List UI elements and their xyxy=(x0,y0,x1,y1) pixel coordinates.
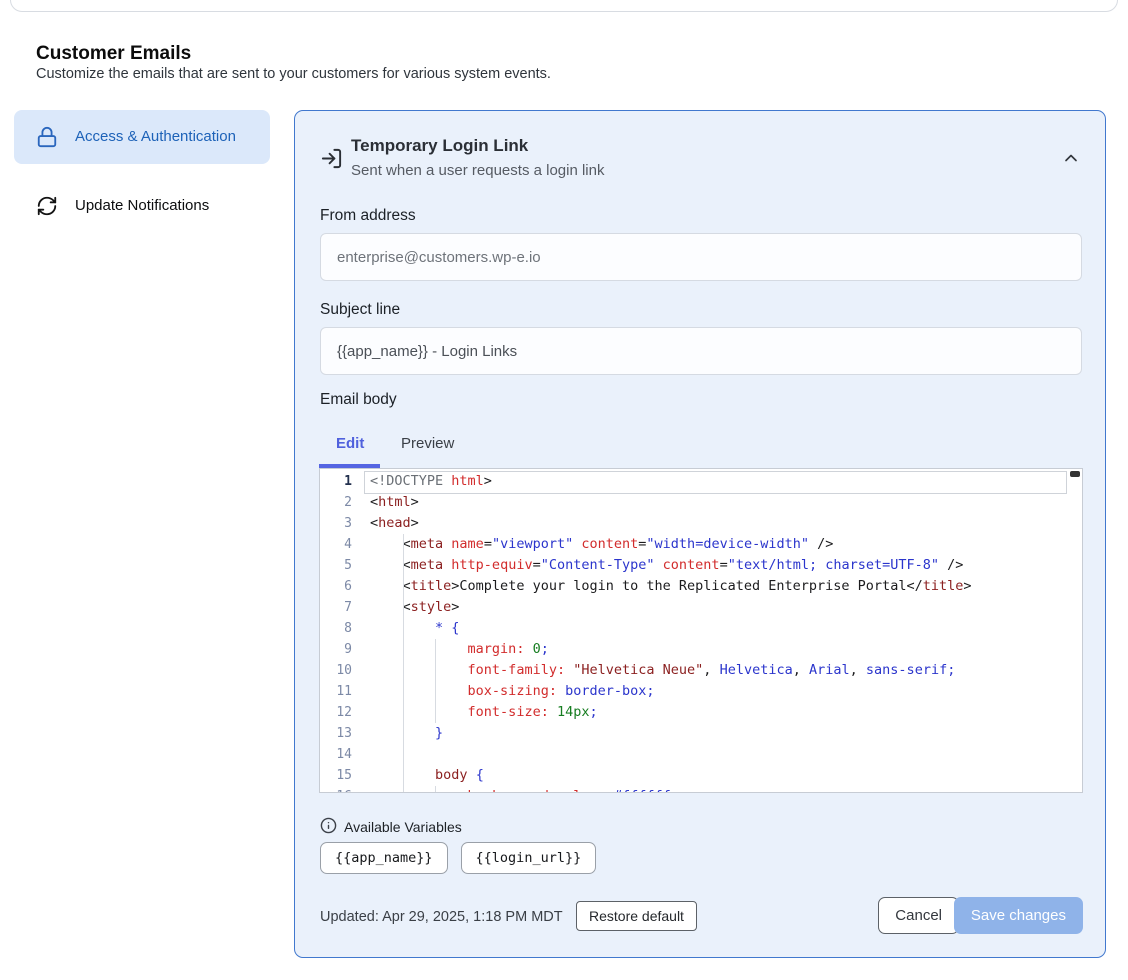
code-rows: 1<!DOCTYPE html>2<html>3<head>4 <meta na… xyxy=(320,469,1082,793)
refresh-icon xyxy=(36,195,58,217)
code-editor[interactable]: 1<!DOCTYPE html>2<html>3<head>4 <meta na… xyxy=(319,468,1083,793)
subject-line-input[interactable] xyxy=(320,327,1082,375)
sidebar-item-label: Update Notifications xyxy=(75,194,209,218)
code-line[interactable]: 6 <title>Complete your login to the Repl… xyxy=(320,576,1082,597)
tab-edit[interactable]: Edit xyxy=(336,435,364,452)
info-icon[interactable] xyxy=(320,817,337,839)
sidebar-item-update-notifications[interactable]: Update Notifications xyxy=(14,179,270,233)
code-line[interactable]: 2 <html> xyxy=(320,492,1082,513)
chevron-up-icon xyxy=(1061,156,1081,171)
line-number: 8 xyxy=(320,618,352,639)
line-number: 7 xyxy=(320,597,352,618)
page-title: Customer Emails xyxy=(36,43,191,65)
save-changes-button[interactable]: Save changes xyxy=(954,897,1083,934)
code-text: <style> xyxy=(370,597,459,618)
email-categories-sidebar: Access & Authentication Update Notificat… xyxy=(14,110,270,233)
subject-line-label: Subject line xyxy=(320,301,400,319)
code-line[interactable]: 3 <head> xyxy=(320,513,1082,534)
code-line[interactable]: 15 body { xyxy=(320,765,1082,786)
previous-card-bottom-edge xyxy=(10,0,1118,12)
code-line[interactable]: 8 * { xyxy=(320,618,1082,639)
code-text: <!DOCTYPE html> xyxy=(370,471,492,492)
line-number: 13 xyxy=(320,723,352,744)
tab-preview[interactable]: Preview xyxy=(401,435,454,452)
code-text: box-sizing: border-box; xyxy=(370,681,655,702)
code-line[interactable]: 1 <!DOCTYPE html> xyxy=(320,471,1082,492)
code-text: font-family: "Helvetica Neue", Helvetica… xyxy=(370,660,955,681)
from-address-label: From address xyxy=(320,207,416,225)
active-tab-underline xyxy=(319,464,380,468)
code-text: } xyxy=(370,723,443,744)
line-number: 16 xyxy=(320,786,352,793)
collapse-card-button[interactable] xyxy=(1057,145,1085,173)
line-number: 15 xyxy=(320,765,352,786)
line-number: 6 xyxy=(320,576,352,597)
code-text: <title>Complete your login to the Replic… xyxy=(370,576,972,597)
line-number: 12 xyxy=(320,702,352,723)
email-body-label: Email body xyxy=(320,391,397,409)
code-text: <html> xyxy=(370,492,419,513)
code-line[interactable]: 7 <style> xyxy=(320,597,1082,618)
updated-timestamp: Updated: Apr 29, 2025, 1:18 PM MDT xyxy=(320,909,563,925)
variable-chip[interactable]: {{app_name}} xyxy=(320,842,448,874)
line-number: 3 xyxy=(320,513,352,534)
code-line[interactable]: 13 } xyxy=(320,723,1082,744)
card-title: Temporary Login Link xyxy=(351,136,528,156)
editor-scrollbar-thumb[interactable] xyxy=(1070,471,1080,477)
log-in-icon xyxy=(320,147,343,175)
variable-chips: {{app_name}} {{login_url}} xyxy=(320,842,596,874)
code-text: <meta http-equiv="Content-Type" content=… xyxy=(370,555,963,576)
code-line[interactable]: 11 box-sizing: border-box; xyxy=(320,681,1082,702)
code-text: <head> xyxy=(370,513,419,534)
line-number: 1 xyxy=(320,471,352,492)
from-address-input[interactable] xyxy=(320,233,1082,281)
line-number: 14 xyxy=(320,744,352,765)
code-line[interactable]: 5 <meta http-equiv="Content-Type" conten… xyxy=(320,555,1082,576)
line-number: 4 xyxy=(320,534,352,555)
restore-default-button[interactable]: Restore default xyxy=(576,901,697,931)
sidebar-item-label: Access & Authentication xyxy=(75,125,236,149)
code-line[interactable]: 16 background-color: #ffffff; xyxy=(320,786,1082,793)
code-line[interactable]: 9 margin: 0; xyxy=(320,639,1082,660)
code-text: background-color: #ffffff; xyxy=(370,786,679,793)
lock-icon xyxy=(36,126,58,148)
card-subtitle: Sent when a user requests a login link xyxy=(351,162,604,179)
sidebar-item-access-authentication[interactable]: Access & Authentication xyxy=(14,110,270,164)
line-number: 10 xyxy=(320,660,352,681)
code-text: * { xyxy=(370,618,459,639)
variable-chip[interactable]: {{login_url}} xyxy=(461,842,597,874)
code-line[interactable]: 4 <meta name="viewport" content="width=d… xyxy=(320,534,1082,555)
available-variables-label: Available Variables xyxy=(344,819,462,835)
temporary-login-link-card: Temporary Login Link Sent when a user re… xyxy=(294,110,1106,958)
code-line[interactable]: 10 font-family: "Helvetica Neue", Helvet… xyxy=(320,660,1082,681)
code-line[interactable]: 14 xyxy=(320,744,1082,765)
code-text: body { xyxy=(370,765,484,786)
cancel-button[interactable]: Cancel xyxy=(878,897,959,934)
page-subtitle: Customize the emails that are sent to yo… xyxy=(36,66,551,82)
line-number: 11 xyxy=(320,681,352,702)
code-line[interactable]: 12 font-size: 14px; xyxy=(320,702,1082,723)
code-text: margin: 0; xyxy=(370,639,549,660)
code-text: <meta name="viewport" content="width=dev… xyxy=(370,534,833,555)
line-number: 5 xyxy=(320,555,352,576)
code-text: font-size: 14px; xyxy=(370,702,598,723)
line-number: 9 xyxy=(320,639,352,660)
line-number: 2 xyxy=(320,492,352,513)
